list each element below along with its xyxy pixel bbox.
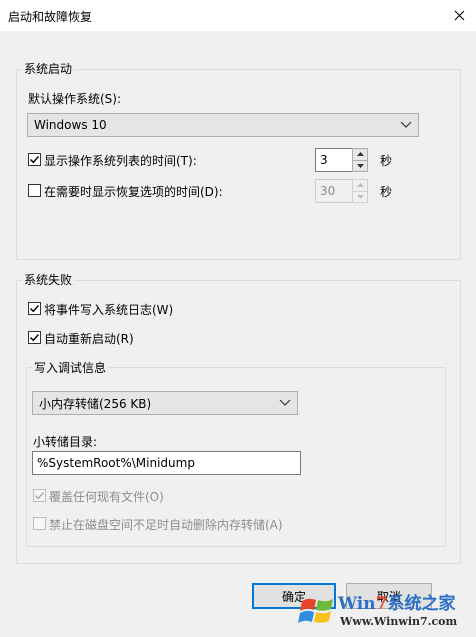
disable-auto-delete-checkbox[interactable] xyxy=(33,517,46,530)
system-failure-group-title: 系统失败 xyxy=(22,271,75,288)
show-os-list-unit: 秒 xyxy=(380,154,393,168)
system-startup-group-title: 系统启动 xyxy=(22,60,75,77)
spin-up-button[interactable] xyxy=(353,180,367,191)
watermark-brand: Win7系统之家 xyxy=(338,589,455,614)
show-recovery-unit: 秒 xyxy=(380,185,393,199)
dump-type-value: 小内存转储(256 KB) xyxy=(39,396,152,411)
auto-restart-checkbox[interactable] xyxy=(28,331,41,344)
debug-info-group-title: 写入调试信息 xyxy=(32,359,109,376)
watermark: Win7系统之家 Www.Winwin7.com xyxy=(298,583,476,637)
caret-down-icon xyxy=(356,163,364,168)
show-os-list-seconds-value: 3 xyxy=(320,153,328,167)
write-event-label: 将事件写入系统日志(W) xyxy=(44,303,174,317)
watermark-brand-7: 7 xyxy=(375,594,388,614)
caret-up-icon xyxy=(356,183,364,188)
spin-down-button[interactable] xyxy=(353,190,367,203)
checkmark-icon xyxy=(30,156,40,164)
checkmark-icon xyxy=(30,334,40,342)
title-bar: 启动和故障恢复 xyxy=(0,0,476,31)
default-os-dropdown[interactable]: Windows 10 xyxy=(27,113,419,137)
show-recovery-spinner[interactable] xyxy=(352,179,368,203)
checkmark-icon xyxy=(35,492,45,500)
caret-down-icon xyxy=(356,194,364,199)
auto-restart-label: 自动重新启动(R) xyxy=(44,332,134,346)
overwrite-label: 覆盖任何现有文件(O) xyxy=(49,490,164,504)
show-os-list-label: 显示操作系统列表的时间(T): xyxy=(44,154,197,168)
spin-up-button[interactable] xyxy=(353,149,367,160)
caret-up-icon xyxy=(356,152,364,157)
show-recovery-seconds-value: 30 xyxy=(320,184,336,198)
show-recovery-seconds-field[interactable]: 30 xyxy=(315,179,353,203)
windows-flag-logo xyxy=(298,598,333,623)
watermark-brand-cn: 系统之家 xyxy=(387,594,456,614)
close-icon xyxy=(454,10,464,20)
window-title: 启动和故障恢复 xyxy=(8,10,93,24)
chevron-down-icon xyxy=(400,121,412,128)
spin-down-button[interactable] xyxy=(353,159,367,172)
show-os-list-checkbox[interactable] xyxy=(28,153,41,166)
overwrite-checkbox[interactable] xyxy=(33,489,46,502)
default-os-value: Windows 10 xyxy=(34,118,107,132)
show-recovery-label: 在需要时显示恢复选项的时间(D): xyxy=(44,185,223,199)
close-button[interactable] xyxy=(444,2,474,28)
watermark-url: Www.Winwin7.com xyxy=(340,615,458,628)
show-os-list-seconds-field[interactable]: 3 xyxy=(315,148,353,172)
checkmark-icon xyxy=(30,305,40,313)
chevron-down-icon xyxy=(279,399,291,406)
dump-type-dropdown[interactable]: 小内存转储(256 KB) xyxy=(32,391,298,415)
dump-dir-value: %SystemRoot%\Minidump xyxy=(37,456,195,470)
show-os-list-spinner[interactable] xyxy=(352,148,368,172)
write-event-checkbox[interactable] xyxy=(28,302,41,315)
disable-auto-delete-label: 禁止在磁盘空间不足时自动删除内存转储(A) xyxy=(49,518,283,532)
watermark-brand-win: Win xyxy=(338,594,376,614)
show-recovery-checkbox[interactable] xyxy=(28,184,41,197)
dump-dir-label: 小转储目录: xyxy=(33,435,98,449)
default-os-label: 默认操作系统(S): xyxy=(28,92,122,106)
dump-dir-input[interactable]: %SystemRoot%\Minidump xyxy=(32,451,301,475)
